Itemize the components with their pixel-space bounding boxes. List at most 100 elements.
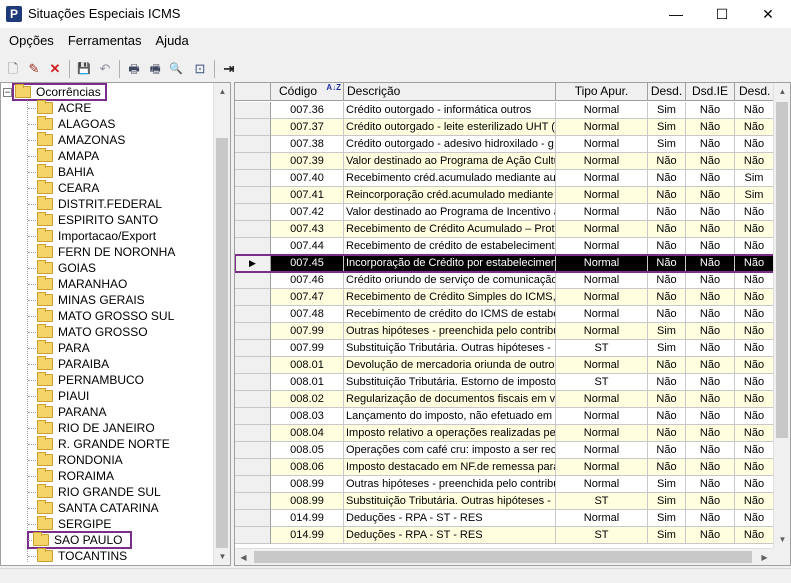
header-descricao[interactable]: Descrição: [344, 83, 556, 101]
tree-item[interactable]: PIAUI: [1, 388, 213, 404]
minimize-button[interactable]: —: [653, 0, 699, 28]
table-row[interactable]: 007.99 Substituição Tributária. Outras hi…: [235, 340, 790, 357]
occurrences-grid[interactable]: Código A↓Z Descrição Tipo Apur. Desd. Dsd…: [234, 82, 791, 566]
table-row[interactable]: 007.42 Valor destinado ao Programa de Inc…: [235, 204, 790, 221]
filter-icon[interactable]: ⊡: [190, 59, 210, 79]
tree-item[interactable]: RORAIMA: [1, 468, 213, 484]
tree-item[interactable]: RONDONIA: [1, 452, 213, 468]
menu-opcoes[interactable]: Opções: [0, 31, 60, 51]
cell-desc: Imposto destacado em NF.de remessa para: [344, 459, 556, 476]
table-row[interactable]: 008.05 Operações com café cru: imposto a …: [235, 442, 790, 459]
tree-item[interactable]: FERN DE NORONHA: [1, 244, 213, 260]
search-icon[interactable]: 🔍: [166, 59, 186, 79]
table-row[interactable]: 008.04 Imposto relativo a operações reali…: [235, 425, 790, 442]
scroll-thumb[interactable]: [776, 102, 788, 438]
tree-item[interactable]: ACRE: [1, 100, 213, 116]
grid-body: 007.36 Crédito outorgado - informática ou…: [235, 102, 790, 544]
tree-item[interactable]: TOCANTINS: [1, 548, 213, 564]
header-dsd-ie[interactable]: Dsd.IE: [686, 83, 735, 101]
tree-item[interactable]: PARANA: [1, 404, 213, 420]
table-row[interactable]: 007.36 Crédito outorgado - informática ou…: [235, 102, 790, 119]
tree-item[interactable]: ESPIRITO SANTO: [1, 212, 213, 228]
state-tree-panel[interactable]: − Ocorrências ACRE ALAGOAS AMAZONAS AMAPA BA…: [0, 82, 231, 566]
table-row[interactable]: 008.03 Lançamento do imposto, não efetuad…: [235, 408, 790, 425]
exit-door-icon[interactable]: ⇥: [219, 59, 239, 79]
table-row[interactable]: 008.99 Substituição Tributária. Outras hi…: [235, 493, 790, 510]
toolbar-separator: [214, 60, 215, 78]
maximize-button[interactable]: ☐: [699, 0, 745, 28]
grid-horizontal-scrollbar[interactable]: ◀ ▶: [235, 548, 773, 565]
tree-item[interactable]: GOIAS: [1, 260, 213, 276]
menu-ajuda[interactable]: Ajuda: [148, 31, 195, 51]
tree-item[interactable]: PARAIBA: [1, 356, 213, 372]
tree-item[interactable]: MARANHAO: [1, 276, 213, 292]
scroll-down-icon[interactable]: ▼: [214, 548, 230, 565]
scroll-up-icon[interactable]: ▲: [774, 83, 790, 100]
tree-item[interactable]: ALAGOAS: [1, 116, 213, 132]
scroll-down-icon[interactable]: ▼: [774, 531, 790, 548]
scroll-left-icon[interactable]: ◀: [235, 549, 252, 565]
tree-item[interactable]: AMAPA: [1, 148, 213, 164]
header-tipo-apur[interactable]: Tipo Apur.: [556, 83, 648, 101]
tree-item[interactable]: RIO DE JANEIRO: [1, 420, 213, 436]
table-row[interactable]: 007.43 Recebimento de Crédito Acumulado –…: [235, 221, 790, 238]
table-row[interactable]: 008.02 Regularização de documentos fiscai…: [235, 391, 790, 408]
new-document-icon[interactable]: 🗋: [3, 59, 23, 79]
close-button[interactable]: ✕: [745, 0, 791, 28]
table-row[interactable]: 008.99 Outras hipóteses - preenchida pelo…: [235, 476, 790, 493]
tree-item[interactable]: RIO GRANDE SUL: [1, 484, 213, 500]
table-row[interactable]: 007.38 Crédito outorgado - adesivo hidrox…: [235, 136, 790, 153]
table-row[interactable]: 007.44 Recebimento de crédito de estabele…: [235, 238, 790, 255]
tree-item[interactable]: DISTRIT.FEDERAL: [1, 196, 213, 212]
tree-item[interactable]: SAO PAULO: [1, 531, 213, 549]
scroll-thumb[interactable]: [216, 138, 228, 548]
tree-item[interactable]: PARA: [1, 340, 213, 356]
undo-icon[interactable]: ↶: [95, 59, 115, 79]
table-row[interactable]: 014.99 Deduções - RPA - ST - RES Normal Sim…: [235, 510, 790, 527]
grid-vertical-scrollbar[interactable]: ▲ ▼: [773, 83, 790, 548]
table-row[interactable]: 007.99 Outras hipóteses - preenchida pelo…: [235, 323, 790, 340]
table-row[interactable]: 007.41 Reincorporação créd.acumulado medi…: [235, 187, 790, 204]
table-row[interactable]: 007.48 Recebimento de crédito do ICMS de …: [235, 306, 790, 323]
tree-item[interactable]: SERGIPE: [1, 516, 213, 532]
table-row[interactable]: 008.01 Substituição Tributária. Estorno d…: [235, 374, 790, 391]
tree-item[interactable]: Importacao/Export: [1, 228, 213, 244]
table-row[interactable]: 007.46 Crédito oriundo de serviço de comu…: [235, 272, 790, 289]
menu-ferramentas[interactable]: Ferramentas: [60, 31, 148, 51]
delete-x-icon[interactable]: ✕: [45, 59, 65, 79]
tree-item[interactable]: AMAZONAS: [1, 132, 213, 148]
table-row[interactable]: 007.37 Crédito outorgado - leite esterili…: [235, 119, 790, 136]
tree-item[interactable]: MATO GROSSO: [1, 324, 213, 340]
tree-item[interactable]: SANTA CATARINA: [1, 500, 213, 516]
folder-icon: [37, 308, 53, 322]
tree-vertical-scrollbar[interactable]: ▲ ▼: [213, 83, 230, 565]
cell-d2: Não: [686, 442, 735, 459]
table-row[interactable]: 008.06 Imposto destacado em NF.de remessa…: [235, 459, 790, 476]
scroll-thumb[interactable]: [254, 551, 752, 563]
tree-item[interactable]: MATO GROSSO SUL: [1, 308, 213, 324]
table-row[interactable]: 008.01 Devolução de mercadoria oriunda de…: [235, 357, 790, 374]
print-preview-icon[interactable]: 🖷: [145, 59, 165, 79]
table-row[interactable]: 007.39 Valor destinado ao Programa de Açã…: [235, 153, 790, 170]
print-icon[interactable]: 🖶: [124, 59, 144, 79]
cell-tipo: Normal: [556, 153, 648, 170]
scroll-up-icon[interactable]: ▲: [214, 83, 230, 100]
header-codigo[interactable]: Código A↓Z: [271, 83, 344, 101]
scroll-right-icon[interactable]: ▶: [756, 549, 773, 565]
tree-item[interactable]: BAHIA: [1, 164, 213, 180]
tree-item[interactable]: R. GRANDE NORTE: [1, 436, 213, 452]
tree-item[interactable]: CEARA: [1, 180, 213, 196]
table-row[interactable]: 014.99 Deduções - RPA - ST - RES ST Sim Não N…: [235, 527, 790, 544]
tree-root[interactable]: − Ocorrências: [3, 83, 107, 101]
collapse-icon[interactable]: −: [3, 87, 12, 97]
table-row[interactable]: 007.40 Recebimento créd.acumulado mediant…: [235, 170, 790, 187]
header-desd-2[interactable]: Desd.: [735, 83, 773, 101]
tree-item[interactable]: PERNAMBUCO: [1, 372, 213, 388]
tree-item[interactable]: MINAS GERAIS: [1, 292, 213, 308]
edit-pencil-icon[interactable]: ✎: [24, 59, 44, 79]
save-icon[interactable]: 💾: [74, 59, 94, 79]
table-row[interactable]: 007.47 Recebimento de Crédito Simples do …: [235, 289, 790, 306]
table-row[interactable]: ▶ 007.45 Incorporação de Crédito por estab…: [235, 254, 790, 273]
header-desd[interactable]: Desd.: [648, 83, 686, 101]
cell-code: 007.44: [271, 238, 344, 255]
